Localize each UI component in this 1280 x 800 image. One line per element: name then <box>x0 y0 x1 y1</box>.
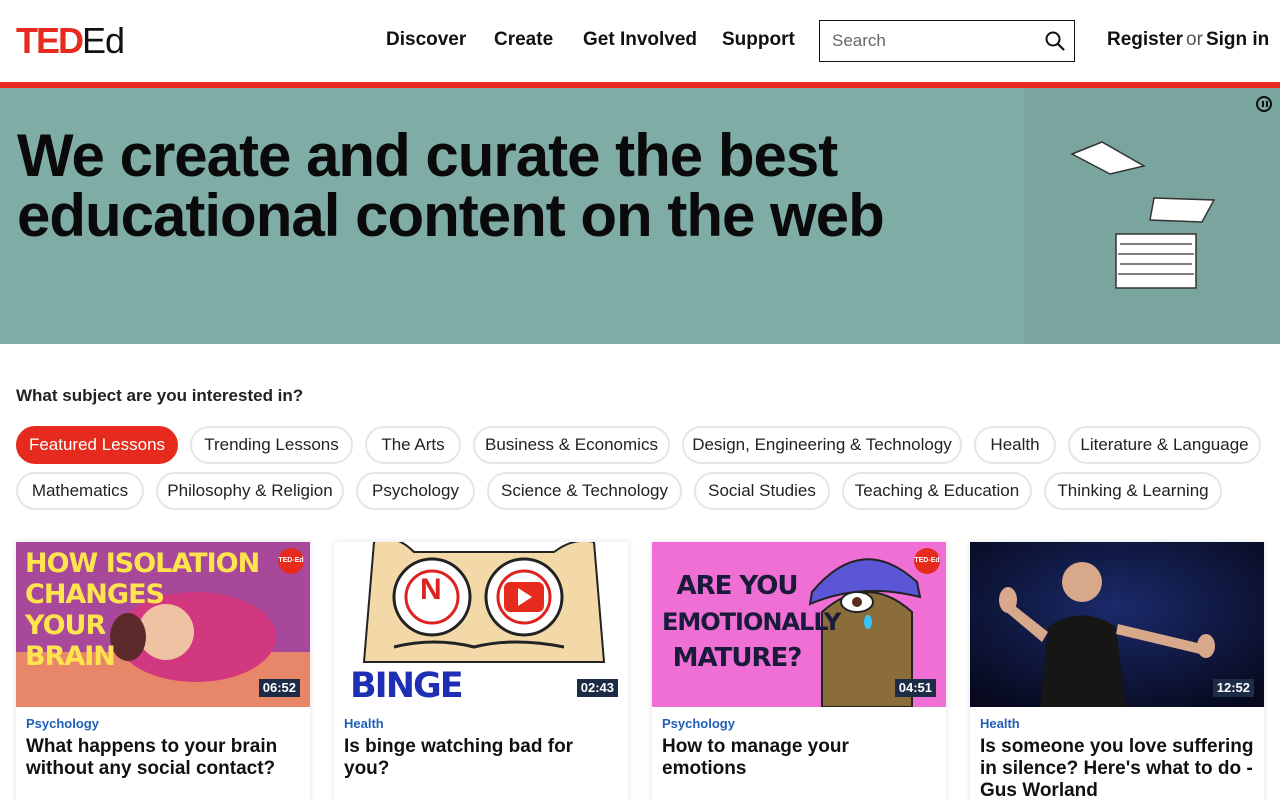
thumb-text: ARE YOU <box>676 571 798 601</box>
pill-business-economics[interactable]: Business & Economics <box>473 426 670 464</box>
pill-trending-lessons[interactable]: Trending Lessons <box>190 426 353 464</box>
thumb-text: YOUR <box>25 610 106 641</box>
lesson-title[interactable]: What happens to your brain without any s… <box>26 736 302 780</box>
pill-design-engineering-technology[interactable]: Design, Engineering & Technology <box>682 426 962 464</box>
pill-thinking-learning[interactable]: Thinking & Learning <box>1044 472 1222 510</box>
lesson-thumbnail[interactable]: N BINGE WATCHING 02:43 <box>334 542 628 707</box>
lesson-title[interactable]: How to manage your emotions <box>662 736 938 780</box>
hero-headline: We create and curate the best educationa… <box>17 122 885 249</box>
lesson-card[interactable]: HOW ISOLATION CHANGES YOUR BRAIN TED-Ed … <box>16 542 310 800</box>
duration-label: 06:52 <box>258 679 300 697</box>
or-text: or <box>1186 29 1203 50</box>
pill-health[interactable]: Health <box>974 426 1056 464</box>
lesson-card[interactable]: N BINGE WATCHING 02:43 Health Is binge w… <box>334 542 628 800</box>
ted-ed-logo[interactable]: TEDEd <box>16 20 125 61</box>
pill-science-technology[interactable]: Science & Technology <box>487 472 682 510</box>
pill-philosophy-religion[interactable]: Philosophy & Religion <box>156 472 344 510</box>
lesson-card[interactable]: 12:52 Health Is someone you love sufferi… <box>970 542 1264 800</box>
pill-teaching-education[interactable]: Teaching & Education <box>842 472 1032 510</box>
thumb-letter: N <box>420 573 442 606</box>
nav-discover[interactable]: Discover <box>386 28 466 52</box>
pill-the-arts[interactable]: The Arts <box>365 426 461 464</box>
nav-create[interactable]: Create <box>494 28 553 52</box>
search-icon[interactable] <box>1044 30 1066 52</box>
lesson-thumbnail[interactable]: ARE YOU EMOTIONALLY MATURE? TED-Ed 04:51 <box>652 542 946 707</box>
pill-social-studies[interactable]: Social Studies <box>694 472 830 510</box>
thumb-text: CHANGES <box>25 579 165 610</box>
lesson-title[interactable]: Is someone you love suffering in silence… <box>980 736 1256 800</box>
hero-banner: We create and curate the best educationa… <box>0 88 1280 344</box>
pill-literature-language[interactable]: Literature & Language <box>1068 426 1261 464</box>
ted-ed-badge: TED-Ed <box>278 548 304 574</box>
logo-ted-text: TED <box>16 20 84 61</box>
thumb-text: MATURE? <box>672 643 803 673</box>
search-input[interactable] <box>832 21 1042 61</box>
lesson-category[interactable]: Psychology <box>26 716 99 731</box>
ted-ed-badge: TED-Ed <box>914 548 940 574</box>
duration-label: 02:43 <box>576 679 618 697</box>
subject-question: What subject are you interested in? <box>16 386 304 405</box>
duration-label: 12:52 <box>1212 679 1254 697</box>
register-link[interactable]: Register <box>1107 29 1183 50</box>
logo-ed-text: Ed <box>82 20 125 61</box>
search-box <box>819 20 1075 62</box>
nav-support[interactable]: Support <box>722 28 795 52</box>
duration-label: 04:51 <box>894 679 936 697</box>
hero-illustration <box>1024 88 1280 344</box>
thumb-text: HOW ISOLATION <box>25 548 260 579</box>
lesson-category[interactable]: Psychology <box>662 716 735 731</box>
pill-psychology[interactable]: Psychology <box>356 472 475 510</box>
thumb-text: EMOTIONALLY <box>662 608 841 636</box>
nav-get-involved[interactable]: Get Involved <box>583 28 697 52</box>
pill-featured-lessons[interactable]: Featured Lessons <box>16 426 178 464</box>
lesson-thumbnail[interactable]: HOW ISOLATION CHANGES YOUR BRAIN TED-Ed … <box>16 542 310 707</box>
auth-links: Register or Sign in <box>1107 28 1269 52</box>
lesson-category[interactable]: Health <box>980 716 1020 731</box>
lesson-category[interactable]: Health <box>344 716 384 731</box>
lesson-thumbnail[interactable]: 12:52 <box>970 542 1264 707</box>
lesson-card[interactable]: ARE YOU EMOTIONALLY MATURE? TED-Ed 04:51… <box>652 542 946 800</box>
lesson-title[interactable]: Is binge watching bad for you? <box>344 736 620 780</box>
sign-in-link[interactable]: Sign in <box>1206 29 1269 50</box>
site-header: TEDEd Discover Create Get Involved Suppo… <box>0 0 1280 82</box>
pause-icon[interactable] <box>1256 96 1272 112</box>
thumb-text: BRAIN <box>25 641 116 672</box>
pill-mathematics[interactable]: Mathematics <box>16 472 144 510</box>
